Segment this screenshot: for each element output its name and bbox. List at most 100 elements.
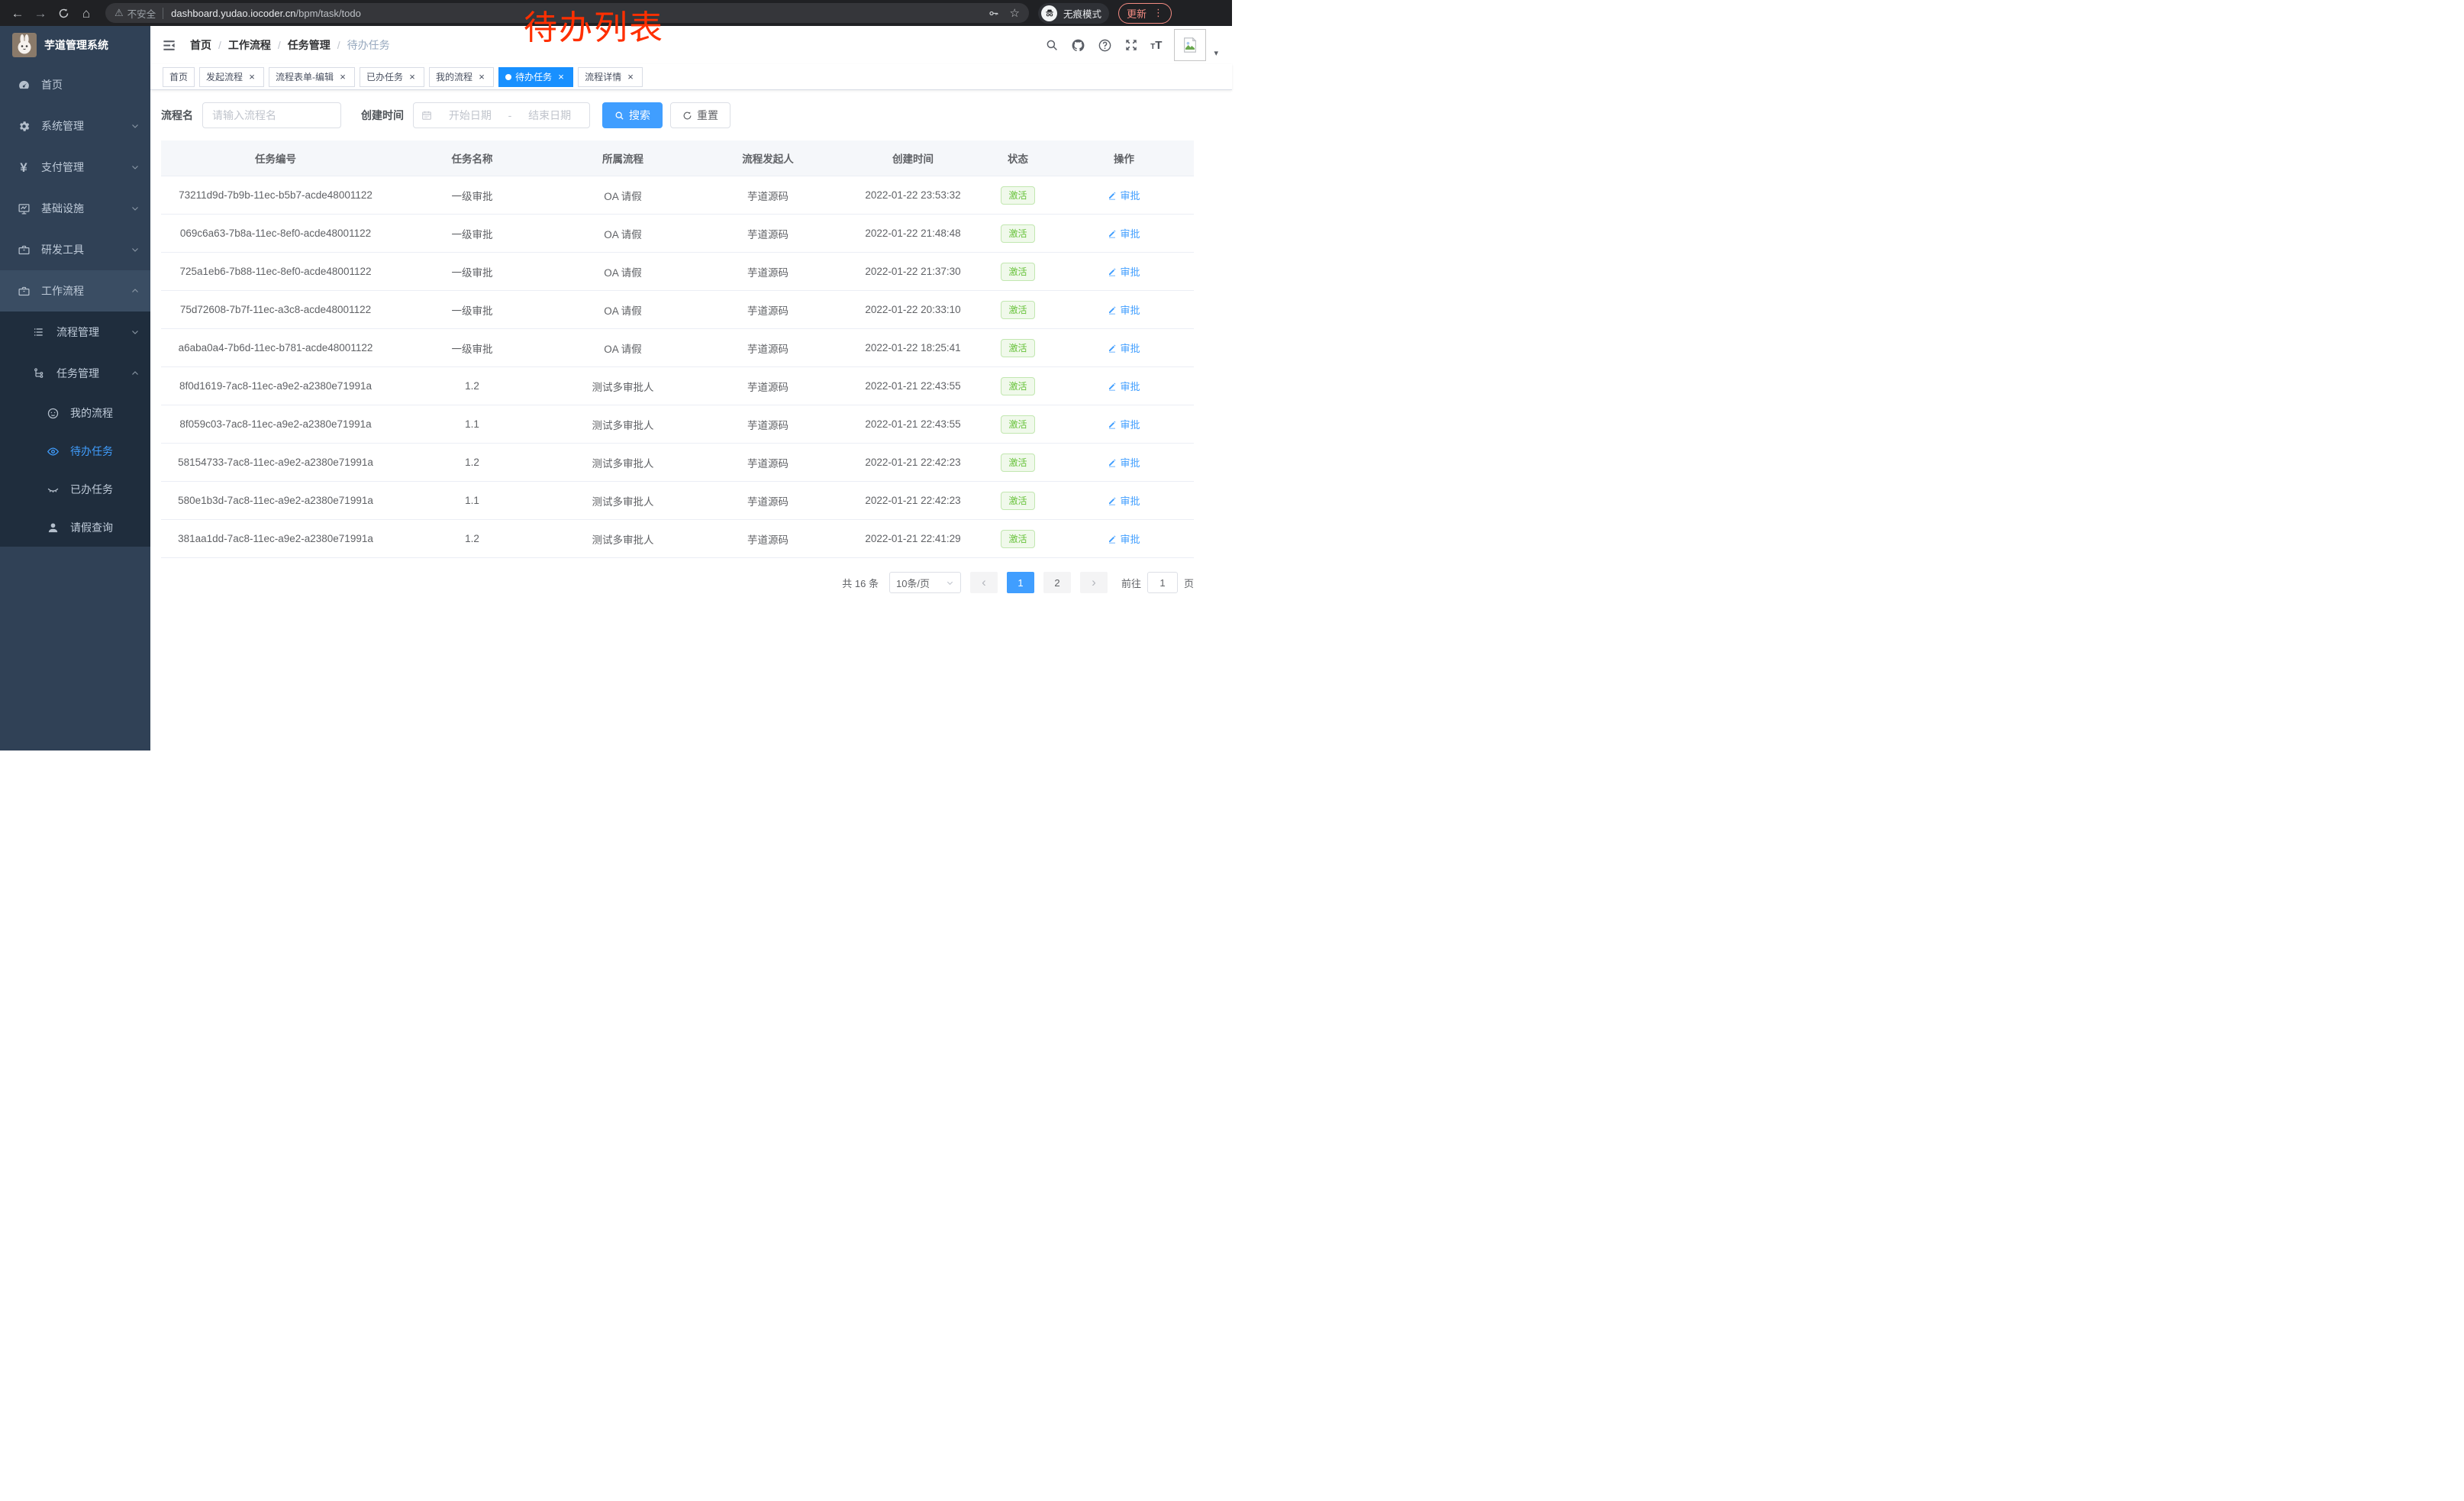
page-size-select[interactable]: 10条/页	[889, 572, 961, 593]
sidebar-item-workflow[interactable]: 工作流程	[0, 270, 150, 311]
tab-process-detail[interactable]: 流程详情 ×	[578, 67, 643, 87]
sidebar: 芋道管理系统 首页 系统管理 ¥ 支付管理	[0, 26, 150, 750]
browser-forward-icon[interactable]: →	[29, 7, 52, 20]
tab-start-process[interactable]: 发起流程 ×	[199, 67, 264, 87]
tab-home[interactable]: 首页	[163, 67, 195, 87]
url-host[interactable]: dashboard.yudao.iocoder.cn	[171, 8, 295, 19]
start-date-placeholder[interactable]: 开始日期	[438, 108, 502, 123]
breadcrumb-task-mgmt[interactable]: 任务管理	[288, 37, 331, 53]
cell-task-name: 1.2	[390, 444, 554, 482]
cell-actions: 审批	[1054, 367, 1194, 405]
browser-back-icon[interactable]: ←	[6, 7, 29, 20]
logo-image	[12, 33, 37, 57]
reset-button[interactable]: 重置	[670, 102, 730, 128]
app-title: 芋道管理系统	[44, 37, 108, 53]
approve-button[interactable]: 审批	[1108, 188, 1140, 202]
next-page-button[interactable]: ›	[1080, 572, 1108, 593]
breadcrumb-home[interactable]: 首页	[190, 37, 211, 53]
approve-button[interactable]: 审批	[1108, 531, 1140, 546]
chevron-down-icon	[131, 245, 140, 254]
incognito-badge: 无痕模式	[1038, 3, 1109, 24]
help-icon[interactable]	[1098, 38, 1112, 53]
cell-starter: 芋道源码	[692, 215, 844, 253]
sidebar-logo[interactable]: 芋道管理系统	[0, 26, 150, 64]
browser-update-button[interactable]: 更新 ⋮	[1118, 3, 1172, 24]
navbar: 首页 / 工作流程 / 任务管理 / 待办任务	[150, 26, 1232, 64]
page-button-1[interactable]: 1	[1007, 572, 1034, 593]
security-label[interactable]: 不安全	[127, 6, 156, 21]
browser-reload-icon[interactable]	[52, 8, 75, 19]
tab-label: 待办任务	[515, 70, 552, 83]
main-area: 首页 / 工作流程 / 任务管理 / 待办任务	[150, 26, 1232, 750]
sidebar-item-devtools[interactable]: 研发工具	[0, 229, 150, 270]
search-button[interactable]: 搜索	[602, 102, 663, 128]
url-path[interactable]: /bpm/task/todo	[296, 8, 361, 19]
cell-create-time: 2022-01-22 23:53:32	[844, 176, 982, 215]
status-badge: 激活	[1001, 263, 1034, 281]
approve-button[interactable]: 审批	[1108, 493, 1140, 508]
approve-button[interactable]: 审批	[1108, 226, 1140, 240]
sidebar-item-leave-query[interactable]: 请假查询	[0, 508, 150, 547]
sidebar-item-system[interactable]: 系统管理	[0, 105, 150, 147]
sidebar-item-label: 支付管理	[41, 160, 131, 175]
cell-process: OA 请假	[554, 253, 692, 291]
bookmark-star-icon[interactable]: ☆	[1010, 6, 1020, 20]
approve-button[interactable]: 审批	[1108, 455, 1140, 470]
chevron-down-icon	[946, 579, 954, 587]
approve-button[interactable]: 审批	[1108, 379, 1140, 393]
status-badge: 激活	[1001, 301, 1034, 319]
status-badge: 激活	[1001, 377, 1034, 395]
cell-process: OA 请假	[554, 176, 692, 215]
breadcrumb-workflow[interactable]: 工作流程	[228, 37, 271, 53]
sidebar-item-done-task[interactable]: 已办任务	[0, 470, 150, 508]
tab-done-tasks[interactable]: 已办任务 ×	[360, 67, 424, 87]
navbar-actions: TT ▾	[1045, 29, 1232, 61]
browser-home-icon[interactable]: ⌂	[75, 7, 98, 20]
tab-todo-tasks[interactable]: 待办任务 ×	[498, 67, 573, 87]
search-icon[interactable]	[1045, 38, 1059, 52]
fullscreen-icon[interactable]	[1124, 38, 1138, 52]
approve-button[interactable]: 审批	[1108, 341, 1140, 355]
close-icon[interactable]: ×	[556, 72, 566, 82]
approve-label: 审批	[1120, 226, 1140, 240]
date-range-picker[interactable]: 开始日期 - 结束日期	[413, 102, 590, 128]
sidebar-item-home[interactable]: 首页	[0, 64, 150, 105]
sidebar-item-todo-task[interactable]: 待办任务	[0, 432, 150, 470]
end-date-placeholder[interactable]: 结束日期	[518, 108, 582, 123]
close-icon[interactable]: ×	[407, 72, 418, 82]
font-size-icon[interactable]: TT	[1150, 39, 1162, 52]
github-icon[interactable]	[1071, 38, 1085, 53]
tab-my-process[interactable]: 我的流程 ×	[429, 67, 494, 87]
close-icon[interactable]: ×	[625, 72, 636, 82]
sidebar-item-process-mgmt[interactable]: 流程管理	[0, 311, 150, 353]
close-icon[interactable]: ×	[247, 72, 257, 82]
sidebar-item-task-mgmt[interactable]: 任务管理	[0, 353, 150, 394]
goto-page-input[interactable]	[1147, 572, 1178, 593]
update-label[interactable]: 更新	[1127, 6, 1147, 21]
password-key-icon[interactable]	[988, 8, 999, 19]
process-name-input[interactable]	[202, 102, 341, 128]
sidebar-item-my-process[interactable]: 我的流程	[0, 394, 150, 432]
tab-label: 流程表单-编辑	[276, 70, 334, 83]
avatar-caret-icon[interactable]: ▾	[1214, 48, 1218, 61]
cell-create-time: 2022-01-22 18:25:41	[844, 329, 982, 367]
cell-actions: 审批	[1054, 253, 1194, 291]
tab-label: 我的流程	[436, 70, 472, 83]
close-icon[interactable]: ×	[337, 72, 348, 82]
close-icon[interactable]: ×	[476, 72, 487, 82]
approve-button[interactable]: 审批	[1108, 302, 1140, 317]
breadcrumb-separator: /	[218, 39, 221, 51]
tab-process-form-edit[interactable]: 流程表单-编辑 ×	[269, 67, 355, 87]
sidebar-toggle-icon[interactable]	[150, 38, 184, 53]
sidebar-item-infra[interactable]: 基础设施	[0, 188, 150, 229]
cell-status: 激活	[982, 215, 1054, 253]
sidebar-item-payment[interactable]: ¥ 支付管理	[0, 147, 150, 188]
briefcase-icon	[15, 285, 32, 298]
approve-button[interactable]: 审批	[1108, 417, 1140, 431]
avatar[interactable]	[1174, 29, 1206, 61]
prev-page-button[interactable]: ‹	[970, 572, 998, 593]
cell-process: OA 请假	[554, 329, 692, 367]
page-button-2[interactable]: 2	[1043, 572, 1071, 593]
approve-button[interactable]: 审批	[1108, 264, 1140, 279]
browser-menu-icon[interactable]: ⋮	[1153, 7, 1163, 19]
